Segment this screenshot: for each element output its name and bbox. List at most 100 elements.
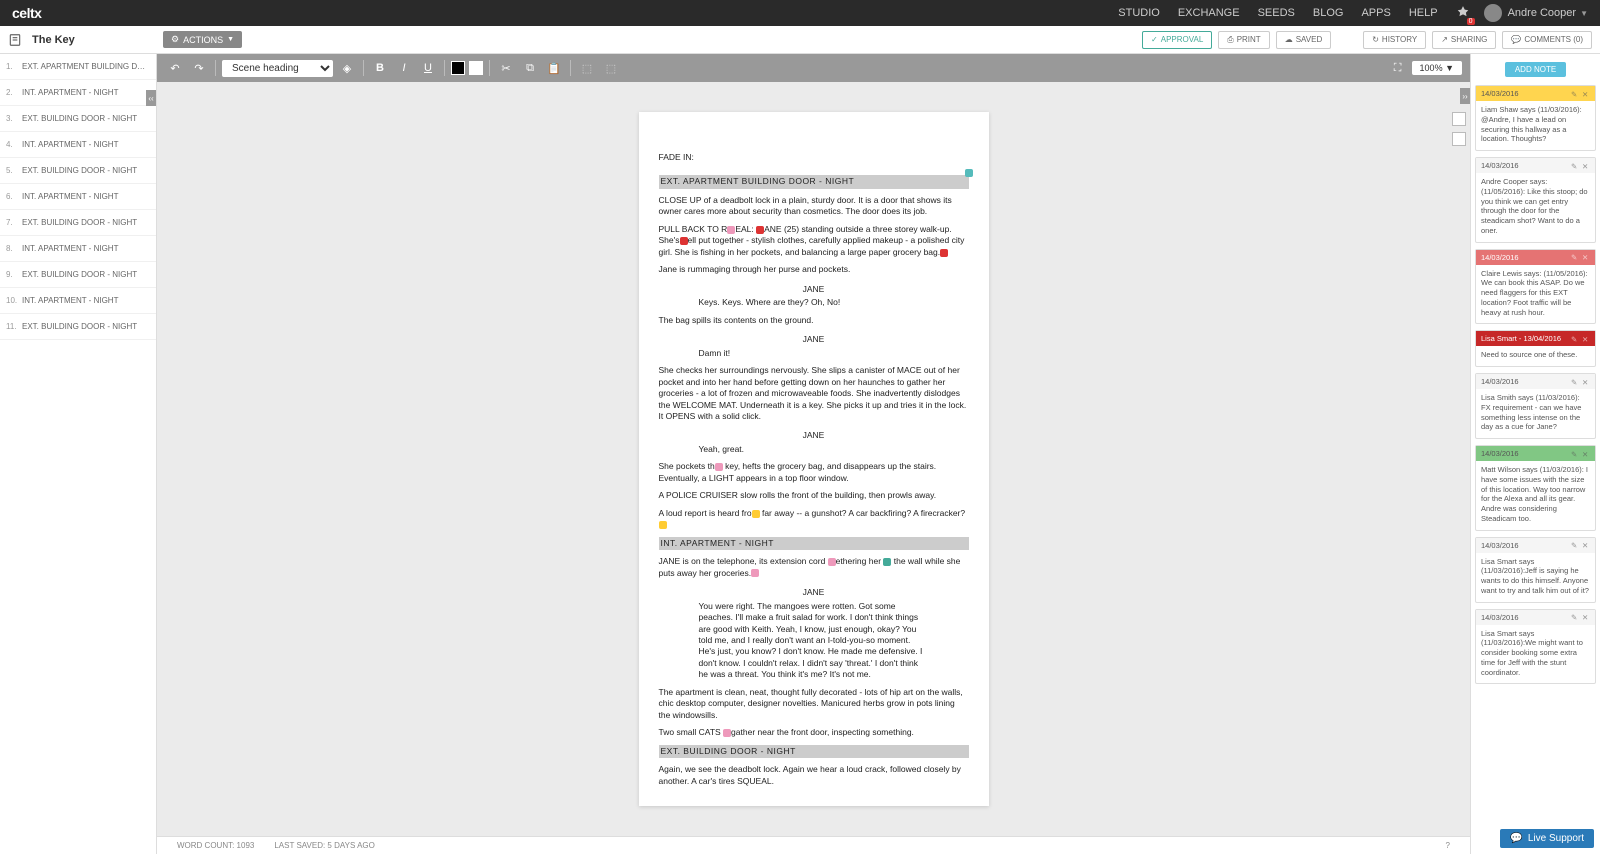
style-select[interactable]: Scene heading (222, 60, 333, 77)
scene-item[interactable]: 3.EXT. BUILDING DOOR - NIGHT (0, 106, 156, 132)
scene-item[interactable]: 1.EXT. APARTMENT BUILDING DOO… (0, 54, 156, 80)
fullscreen-button[interactable]: ⛶ (1388, 58, 1408, 78)
nav-help[interactable]: HELP (1409, 7, 1438, 19)
cloud-icon: ☁ (1285, 35, 1293, 44)
action: A loud report is heard fro far away -- a… (659, 508, 969, 531)
scene-item[interactable]: 6.INT. APARTMENT - NIGHT (0, 184, 156, 210)
saved-button[interactable]: ☁SAVED (1276, 31, 1332, 49)
print-button[interactable]: ⎙PRINT (1218, 31, 1269, 49)
delete-note-icon[interactable]: ✕ (1582, 378, 1590, 386)
nav-apps[interactable]: APPS (1361, 7, 1390, 19)
delete-note-icon[interactable]: ✕ (1582, 253, 1590, 261)
sharing-button[interactable]: ↗SHARING (1432, 31, 1496, 49)
action: She checks her surroundings nervously. S… (659, 365, 969, 422)
nav-exchange[interactable]: EXCHANGE (1178, 7, 1240, 19)
note[interactable]: 14/03/2016✎✕ Matt Wilson says (11/03/2016… (1475, 445, 1596, 531)
scene-item[interactable]: 7.EXT. BUILDING DOOR - NIGHT (0, 210, 156, 236)
underline-button[interactable]: U (418, 58, 438, 78)
scene-item[interactable]: 4.INT. APARTMENT - NIGHT (0, 132, 156, 158)
comments-button[interactable]: 💬COMMENTS (0) (1502, 31, 1592, 49)
tool-a-button[interactable]: ⬚ (577, 58, 597, 78)
note[interactable]: 14/03/2016✎✕Claire Lewis says: (11/05/20… (1475, 249, 1596, 325)
tool-b-button[interactable]: ⬚ (601, 58, 621, 78)
topbar: celtx STUDIO EXCHANGE SEEDS BLOG APPS HE… (0, 0, 1600, 26)
collapse-scene-list[interactable]: ‹‹ (146, 90, 156, 106)
nav-studio[interactable]: STUDIO (1118, 7, 1160, 19)
bg-color[interactable] (469, 61, 483, 75)
apply-style-button[interactable]: ◈ (337, 58, 357, 78)
caret-icon: ▼ (227, 36, 234, 43)
delete-note-icon[interactable]: ✕ (1582, 541, 1590, 549)
undo-button[interactable]: ↶ (165, 58, 185, 78)
note-header: 14/03/2016✎✕ (1476, 538, 1595, 553)
scene-item[interactable]: 2.INT. APARTMENT - NIGHT (0, 80, 156, 106)
scene-item[interactable]: 9.EXT. BUILDING DOOR - NIGHT (0, 262, 156, 288)
note[interactable]: 14/03/2016✎✕Andre Cooper says: (11/05/20… (1475, 157, 1596, 243)
edit-note-icon[interactable]: ✎ (1571, 378, 1579, 386)
bold-button[interactable]: B (370, 58, 390, 78)
gear-icon: ⚙ (171, 34, 179, 45)
delete-note-icon[interactable]: ✕ (1582, 90, 1590, 98)
side-tool-2[interactable] (1452, 132, 1466, 146)
edit-note-icon[interactable]: ✎ (1571, 253, 1579, 261)
edit-note-icon[interactable]: ✎ (1571, 541, 1579, 549)
live-support-button[interactable]: 💬 Live Support (1500, 829, 1594, 848)
cut-button[interactable]: ✂ (496, 58, 516, 78)
dialogue: Damn it! (699, 348, 929, 359)
document-icon (8, 33, 22, 47)
logo[interactable]: celtx (12, 5, 41, 21)
copy-button[interactable]: ⧉ (520, 58, 540, 78)
delete-note-icon[interactable]: ✕ (1582, 162, 1590, 170)
notes-scroll[interactable]: 14/03/2016✎✕Liam Shaw says (11/03/2016):… (1471, 85, 1600, 854)
scene-heading-2: INT. APARTMENT - NIGHT (659, 537, 969, 550)
note[interactable]: 14/03/2016✎✕Liam Shaw says (11/03/2016):… (1475, 85, 1596, 151)
edit-note-icon[interactable]: ✎ (1571, 90, 1579, 98)
scene-item[interactable]: 10.INT. APARTMENT - NIGHT (0, 288, 156, 314)
note[interactable]: 14/03/2016✎✕Lisa Smart says (11/03/2016)… (1475, 537, 1596, 603)
history-button[interactable]: ↻HISTORY (1363, 31, 1426, 49)
scene-label: INT. APARTMENT - NIGHT (22, 244, 150, 253)
avatar[interactable] (1484, 4, 1502, 22)
note[interactable]: 14/03/2016✎✕Lisa Smart says (11/03/2016)… (1475, 609, 1596, 685)
action: The apartment is clean, neat, thought fu… (659, 687, 969, 721)
notes-panel: ADD NOTE 14/03/2016✎✕Liam Shaw says (11/… (1470, 54, 1600, 854)
nav-seeds[interactable]: SEEDS (1258, 7, 1295, 19)
edit-note-icon[interactable]: ✎ (1571, 613, 1579, 621)
scene-item[interactable]: 5.EXT. BUILDING DOOR - NIGHT (0, 158, 156, 184)
scene-num: 1. (6, 62, 22, 71)
scene-label: EXT. BUILDING DOOR - NIGHT (22, 166, 150, 175)
nav-blog[interactable]: BLOG (1313, 7, 1344, 19)
user-caret-icon[interactable]: ▼ (1580, 9, 1588, 18)
add-note-button[interactable]: ADD NOTE (1505, 62, 1566, 77)
note[interactable]: Lisa Smart - 13/04/2016✎✕Need to source … (1475, 330, 1596, 367)
edit-note-icon[interactable]: ✎ (1571, 335, 1579, 343)
side-tool-1[interactable] (1452, 112, 1466, 126)
scene-item[interactable]: 8.INT. APARTMENT - NIGHT (0, 236, 156, 262)
scene-num: 3. (6, 114, 22, 123)
notifications-icon[interactable]: 0 (1456, 5, 1470, 22)
delete-note-icon[interactable]: ✕ (1582, 335, 1590, 343)
username[interactable]: Andre Cooper (1508, 7, 1577, 19)
text-color[interactable] (451, 61, 465, 75)
zoom-select[interactable]: 100% ▼ (1412, 61, 1462, 75)
paste-button[interactable]: 📋 (544, 58, 564, 78)
note-body: Lisa Smart says (11/03/2016):Jeff is say… (1476, 553, 1595, 602)
expand-notes[interactable]: ›› (1460, 88, 1470, 104)
edit-note-icon[interactable]: ✎ (1571, 162, 1579, 170)
scene-num: 9. (6, 270, 22, 279)
main: ‹‹ 1.EXT. APARTMENT BUILDING DOO…2.INT. … (0, 54, 1600, 854)
share-icon: ↗ (1441, 35, 1448, 44)
italic-button[interactable]: I (394, 58, 414, 78)
note-body: Matt Wilson says (11/03/2016): I have so… (1476, 461, 1595, 530)
delete-note-icon[interactable]: ✕ (1582, 450, 1590, 458)
redo-button[interactable]: ↷ (189, 58, 209, 78)
note-date: 14/03/2016 (1481, 449, 1568, 458)
script-page[interactable]: FADE IN: EXT. APARTMENT BUILDING DOOR - … (639, 112, 989, 806)
scene-item[interactable]: 11.EXT. BUILDING DOOR - NIGHT (0, 314, 156, 340)
approval-button[interactable]: ✓APPROVAL (1142, 31, 1212, 49)
note-date: 14/03/2016 (1481, 613, 1568, 622)
actions-button[interactable]: ⚙ ACTIONS ▼ (163, 31, 242, 48)
delete-note-icon[interactable]: ✕ (1582, 613, 1590, 621)
edit-note-icon[interactable]: ✎ (1571, 450, 1579, 458)
note[interactable]: 14/03/2016✎✕Lisa Smith says (11/03/2016)… (1475, 373, 1596, 439)
